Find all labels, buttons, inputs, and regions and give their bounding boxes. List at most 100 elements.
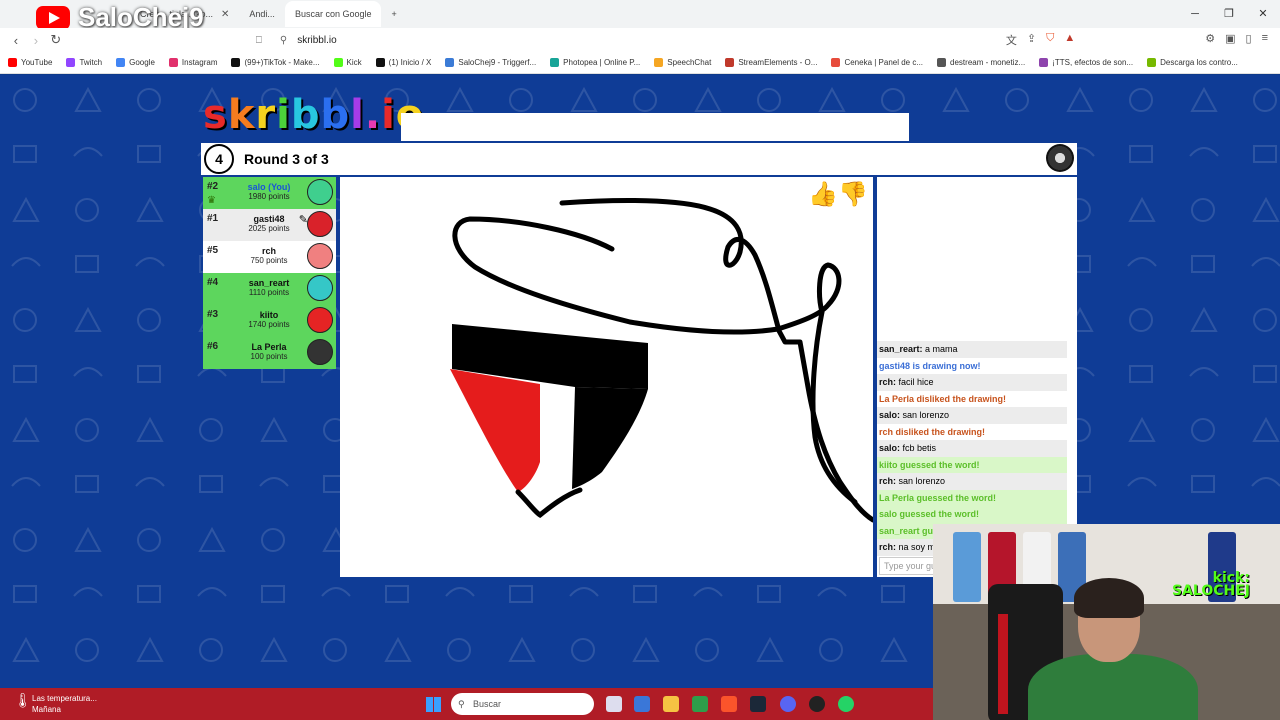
menu-icon[interactable]: ≡ xyxy=(1262,32,1268,48)
bookmark-item[interactable]: Photopea | Online P... xyxy=(550,58,640,67)
player-points: 1980 points xyxy=(248,192,290,201)
bookmark-favicon-icon xyxy=(116,58,126,67)
bookmark-item[interactable]: ¡TTS, efectos de son... xyxy=(1039,58,1133,67)
skribbl-logo: skribbl.io xyxy=(203,92,424,138)
bookmark-item[interactable]: Twitch xyxy=(66,58,102,67)
bookmark-item[interactable]: Google xyxy=(116,58,155,67)
bookmark-item[interactable]: Ceneka | Panel de c... xyxy=(831,58,923,67)
player-points: 2025 points xyxy=(248,224,290,233)
steam-icon[interactable] xyxy=(750,696,766,712)
bookmark-item[interactable]: Kick xyxy=(333,58,362,67)
player-rank: #4 xyxy=(207,277,219,288)
drawing xyxy=(450,198,873,523)
chat-panel: san_reart: a mama gasti48 is drawing now!… xyxy=(877,177,1077,577)
share-icon[interactable]: ⇪ xyxy=(1027,32,1036,48)
bookmark-item[interactable]: Descarga los contro... xyxy=(1147,58,1238,67)
store-icon[interactable] xyxy=(634,696,650,712)
bookmark-item[interactable]: Instagram xyxy=(168,58,217,67)
close-window-icon[interactable]: ✕ xyxy=(1246,0,1280,28)
logo-letter: r xyxy=(255,92,277,138)
bookmark-item[interactable]: SaloChej9 - Triggerf... xyxy=(445,58,536,67)
obs-icon[interactable] xyxy=(809,696,825,712)
site-info-icon[interactable]: ⚲ xyxy=(280,35,287,46)
tab-2[interactable]: Buscar con Google xyxy=(284,1,382,27)
logo-letter: l xyxy=(350,92,365,138)
brave-shield-icon[interactable]: ⛉ xyxy=(1046,32,1054,48)
minimize-icon[interactable]: ─ xyxy=(1178,0,1212,28)
brave-icon[interactable] xyxy=(721,696,737,712)
player-row[interactable]: #3 kiito 1740 points xyxy=(203,305,336,337)
player-info: san_reart 1110 points xyxy=(229,278,309,298)
bookmark-label: Photopea | Online P... xyxy=(563,58,641,67)
chat-system-text: La Perla guessed the word! xyxy=(879,492,997,503)
bookmark-label: StreamElements - O... xyxy=(738,58,818,67)
bookmark-item[interactable]: SpeechChat xyxy=(654,58,711,67)
jersey-image xyxy=(953,532,981,602)
drawing-canvas[interactable]: 👍 👎 xyxy=(340,177,873,577)
whatsapp-icon[interactable] xyxy=(838,696,854,712)
chat-message: salo guessed the word! xyxy=(877,506,1067,523)
player-row[interactable]: #4 san_reart 1110 points xyxy=(203,273,336,305)
streamer-body xyxy=(1028,654,1198,720)
bookmark-item[interactable]: StreamElements - O... xyxy=(725,58,817,67)
player-name: salo (You) xyxy=(247,182,291,192)
weather-line1: Las temperatura... xyxy=(32,694,97,703)
weather-widget[interactable]: 🌡 Las temperatura... Mañana xyxy=(12,693,97,715)
bookmarks-bar: YouTube Twitch Google Instagram (99+)TikTok … xyxy=(0,52,1280,74)
player-rank: #5 xyxy=(207,245,219,256)
bookmark-favicon-icon xyxy=(725,58,735,67)
chat-message: gasti48 is drawing now! xyxy=(877,358,1067,375)
player-points: 750 points xyxy=(250,256,288,265)
bookmark-label: SaloChej9 - Triggerf... xyxy=(458,58,537,67)
player-info: salo (You) 1980 points xyxy=(229,182,309,202)
player-row[interactable]: #6 La Perla 100 points xyxy=(203,337,336,369)
thumbs-up-icon[interactable]: 👍 xyxy=(808,180,838,209)
task-view-icon[interactable] xyxy=(606,696,622,712)
bookmark-favicon-icon xyxy=(333,58,343,67)
windows-start-icon[interactable] xyxy=(426,697,441,712)
player-row[interactable]: #5 rch 750 points xyxy=(203,241,336,273)
bookmark-item[interactable]: YouTube xyxy=(8,58,52,67)
tab-1[interactable]: Andi... xyxy=(239,1,285,27)
extensions-icon[interactable]: ⚙ xyxy=(1205,32,1215,48)
discord-icon[interactable] xyxy=(780,696,796,712)
thumbs-down-icon[interactable]: 👎 xyxy=(838,180,868,209)
kick-name: SALOCHEJ xyxy=(1171,583,1250,599)
crown-icon: ♛ xyxy=(207,195,216,206)
wallet-icon[interactable]: ▣ xyxy=(1225,32,1235,48)
tab-label: Andi... xyxy=(249,9,275,19)
player-row[interactable]: #1 gasti48 2025 points ✎ xyxy=(203,209,336,241)
new-tab-icon[interactable]: + xyxy=(381,1,406,27)
player-row[interactable]: #2 salo (You) 1980 points ♛ xyxy=(203,177,336,209)
restore-icon[interactable]: ❐ xyxy=(1212,0,1246,28)
rewards-icon[interactable]: ▲ xyxy=(1064,32,1075,48)
chat-user: salo: xyxy=(879,410,901,420)
app-icon[interactable] xyxy=(692,696,708,712)
bookmark-favicon-icon xyxy=(8,58,17,67)
close-tab-icon[interactable]: ✕ xyxy=(221,9,229,20)
translate-icon[interactable]: 文 xyxy=(1006,32,1017,48)
chat-message: salo: san lorenzo xyxy=(877,407,1067,424)
bookmark-favicon-icon xyxy=(445,58,455,67)
bookmark-icon[interactable]: ⎕ xyxy=(256,35,262,46)
bookmark-item[interactable]: (1) Inicio / X xyxy=(375,58,431,67)
bookmark-item[interactable]: (99+)TikTok - Make... xyxy=(231,58,320,67)
settings-gear-icon[interactable] xyxy=(1046,144,1074,172)
chat-text: fcb betis xyxy=(902,443,937,453)
file-explorer-icon[interactable] xyxy=(663,696,679,712)
url-field[interactable]: ⎕ ⚲ skribbl.io xyxy=(256,29,1006,51)
back-icon[interactable]: ‹ xyxy=(6,33,26,48)
bookmark-favicon-icon xyxy=(375,58,385,67)
bookmark-item[interactable]: destream - monetiz... xyxy=(937,58,1025,67)
sidebar-icon[interactable]: ▯ xyxy=(1246,32,1252,48)
avatar xyxy=(307,243,333,269)
taskbar-search[interactable]: ⚲ Buscar xyxy=(451,693,594,715)
bookmark-favicon-icon xyxy=(831,58,841,67)
logo-letter: k xyxy=(227,92,256,138)
webcam-overlay: kick: SALOCHEJ xyxy=(933,524,1280,720)
chat-scrollbar[interactable] xyxy=(1069,343,1075,523)
chat-message: La Perla disliked the drawing! xyxy=(877,391,1067,408)
logo-letter: i xyxy=(381,92,396,138)
reload-icon[interactable]: ↻ xyxy=(46,32,66,48)
forward-icon[interactable]: › xyxy=(26,33,46,48)
